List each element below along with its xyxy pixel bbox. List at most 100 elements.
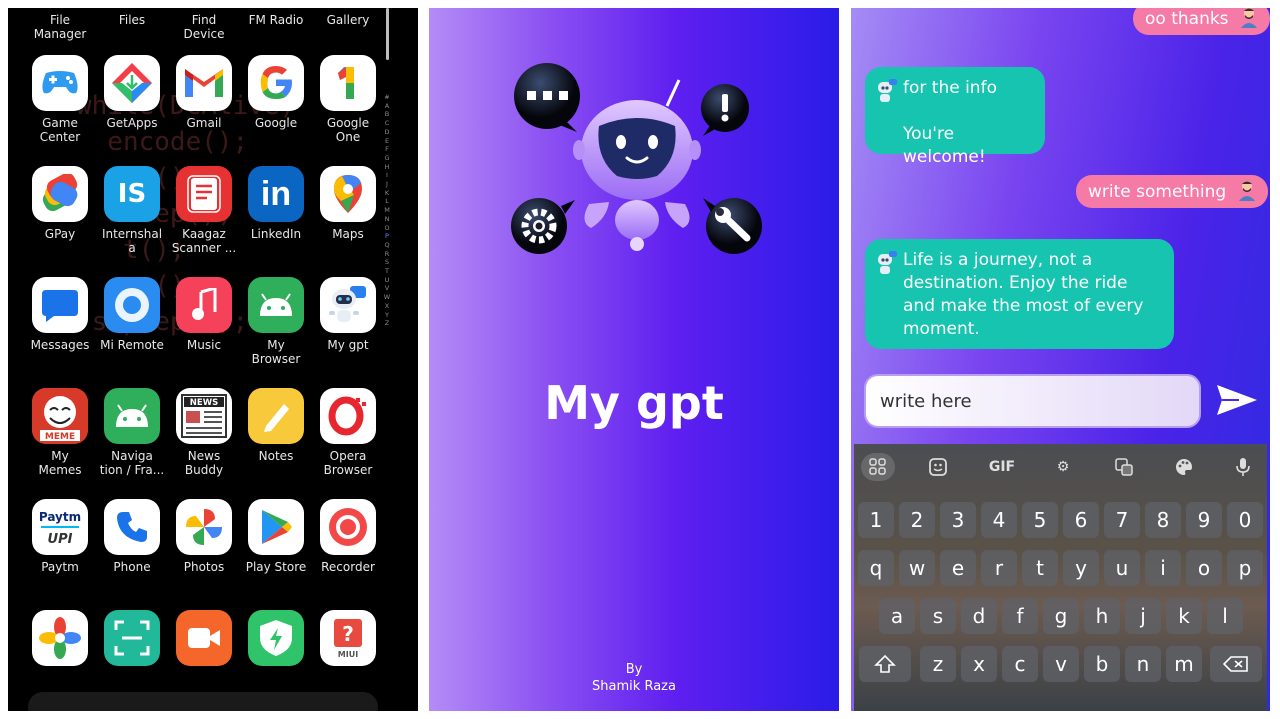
app-my-gpt[interactable]: My gpt [312,277,384,352]
backspace-key[interactable] [1210,646,1262,682]
app-partial-2[interactable]: Find Device [168,8,240,41]
key-3[interactable]: 3 [940,502,976,538]
alphabet-letter[interactable]: V [382,284,392,293]
alphabet-letter[interactable]: W [382,293,392,302]
key-x[interactable]: x [961,646,997,682]
alphabet-letter[interactable]: J [382,180,392,189]
key-p[interactable]: p [1227,550,1263,586]
key-v[interactable]: v [1043,646,1079,682]
message-input[interactable]: write here [864,374,1201,428]
key-y[interactable]: y [1063,550,1099,586]
app-partial-1[interactable]: Files [96,8,168,27]
key-a[interactable]: a [879,598,915,634]
key-1[interactable]: 1 [858,502,894,538]
app-google-one[interactable]: Google One [312,55,384,144]
key-r[interactable]: r [981,550,1017,586]
alphabet-letter[interactable]: # [382,93,392,102]
app-partial-3[interactable]: FM Radio [240,8,312,27]
app-music[interactable]: Music [168,277,240,352]
key-e[interactable]: e [940,550,976,586]
alphabet-letter[interactable]: S [382,258,392,267]
key-d[interactable]: d [961,598,997,634]
app-news-buddy[interactable]: NEWS News Buddy [168,388,240,477]
alphabet-letter[interactable]: I [382,171,392,180]
key-k[interactable]: k [1166,598,1202,634]
alphabet-index[interactable]: # A B C D E F G H I J K L M N O P Q R S T U V W X Y Z [382,93,392,328]
app-gpay[interactable]: GPay [24,166,96,241]
key-7[interactable]: 7 [1104,502,1140,538]
app-game-center[interactable]: Game Center [24,55,96,144]
key-g[interactable]: g [1043,598,1079,634]
app-play-store[interactable]: Play Store [240,499,312,574]
send-button[interactable] [1215,383,1259,417]
alphabet-letter[interactable]: H [382,163,392,172]
alphabet-letter[interactable]: C [382,119,392,128]
palette-icon[interactable] [1167,453,1201,481]
key-q[interactable]: q [858,550,894,586]
app-navigation[interactable]: Naviga tion / Fra... [96,388,168,477]
alphabet-letter[interactable]: N [382,215,392,224]
app-getapps[interactable]: GetApps [96,55,168,130]
app-security[interactable] [240,610,312,671]
key-l[interactable]: l [1207,598,1243,634]
gear-icon[interactable]: ⚙ [1046,453,1080,481]
alphabet-letter[interactable]: B [382,110,392,119]
app-screen-recorder[interactable] [168,610,240,671]
alphabet-letter[interactable]: L [382,197,392,206]
alphabet-letter[interactable]: X [382,302,392,311]
key-z[interactable]: z [920,646,956,682]
key-n[interactable]: n [1125,646,1161,682]
alphabet-letter[interactable]: T [382,267,392,276]
key-j[interactable]: j [1125,598,1161,634]
app-search-bar[interactable] [28,692,378,711]
app-paytm[interactable]: Paytm UPI Paytm [24,499,96,574]
app-linkedin[interactable]: in LinkedIn [240,166,312,241]
microphone-icon[interactable] [1226,453,1260,481]
app-my-memes[interactable]: MEME My Memes [24,388,96,477]
alphabet-letter[interactable]: E [382,137,392,146]
alphabet-letter[interactable]: D [382,128,392,137]
sticker-icon[interactable] [921,453,955,481]
app-recorder[interactable]: Recorder [312,499,384,574]
app-scanner[interactable] [96,610,168,671]
alphabet-letter[interactable]: G [382,154,392,163]
key-8[interactable]: 8 [1145,502,1181,538]
app-photos[interactable]: Photos [168,499,240,574]
app-partial-0[interactable]: File Manager [24,8,96,41]
alphabet-letter[interactable]: R [382,250,392,259]
alphabet-letter[interactable]: Q [382,241,392,250]
app-mi-remote[interactable]: Mi Remote [96,277,168,352]
alphabet-letter[interactable]: U [382,276,392,285]
key-m[interactable]: m [1166,646,1202,682]
alphabet-letter[interactable]: O [382,224,392,233]
alphabet-letter[interactable]: A [382,102,392,111]
key-0[interactable]: 0 [1227,502,1263,538]
app-kaagaz-scanner[interactable]: Kaagaz Scanner ... [168,166,240,255]
app-services[interactable]: ? MIUI [312,610,384,671]
key-5[interactable]: 5 [1022,502,1058,538]
key-s[interactable]: s [920,598,956,634]
scrollbar[interactable] [386,8,389,60]
app-safe[interactable] [24,610,96,671]
key-9[interactable]: 9 [1186,502,1222,538]
key-6[interactable]: 6 [1063,502,1099,538]
key-i[interactable]: i [1145,550,1181,586]
alphabet-letter[interactable]: K [382,189,392,198]
alphabet-letter[interactable]: F [382,145,392,154]
app-internshala[interactable]: IS Internshal a [96,166,168,255]
alphabet-letter[interactable]: M [382,206,392,215]
translate-icon[interactable] [1107,453,1141,481]
key-c[interactable]: c [1002,646,1038,682]
gif-button[interactable]: GIF [985,453,1019,481]
app-google[interactable]: Google [240,55,312,130]
key-t[interactable]: t [1022,550,1058,586]
key-u[interactable]: u [1104,550,1140,586]
app-maps[interactable]: Maps [312,166,384,241]
key-f[interactable]: f [1002,598,1038,634]
key-w[interactable]: w [899,550,935,586]
app-partial-4[interactable]: Gallery [312,8,384,27]
key-h[interactable]: h [1084,598,1120,634]
app-messages[interactable]: Messages [24,277,96,352]
key-4[interactable]: 4 [981,502,1017,538]
alphabet-letter[interactable]: Y [382,311,392,320]
